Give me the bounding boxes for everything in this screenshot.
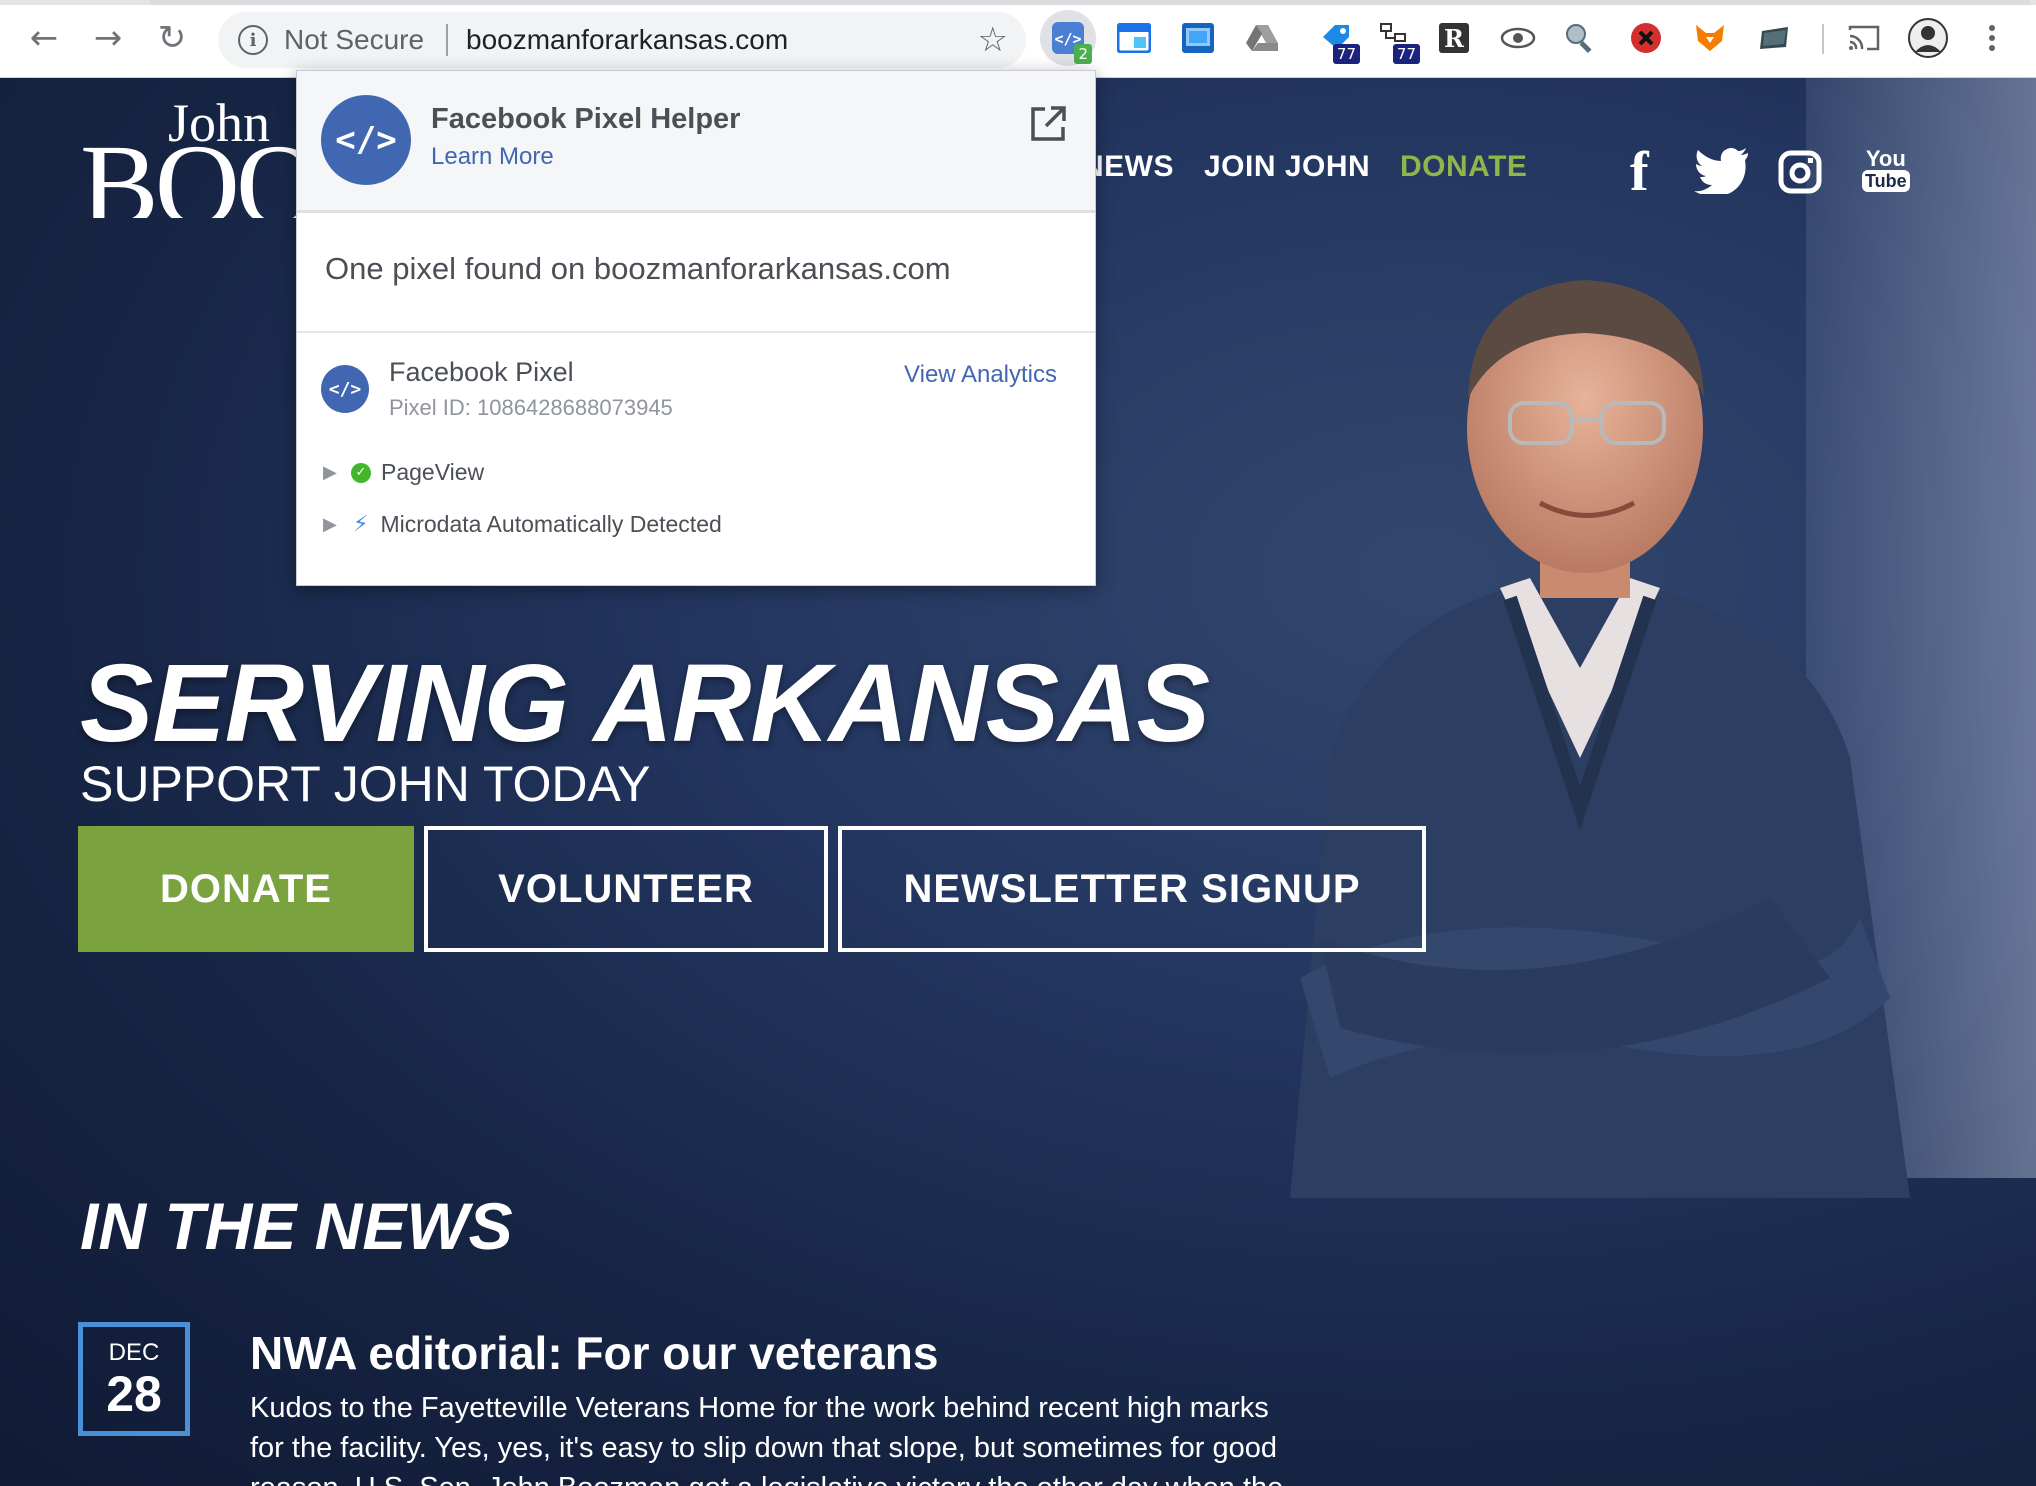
- reload-icon[interactable]: ↻: [152, 18, 192, 58]
- event-label: Microdata Automatically Detected: [380, 511, 722, 537]
- logo-last-name: BOO: [80, 120, 320, 218]
- expand-triangle-icon[interactable]: ▶: [323, 462, 345, 483]
- svg-text:R: R: [1444, 24, 1465, 53]
- tree-icon[interactable]: 77: [1376, 18, 1420, 64]
- folder-icon[interactable]: [1754, 18, 1794, 58]
- expand-triangle-icon[interactable]: ▶: [323, 514, 345, 535]
- open-external-icon[interactable]: [1029, 105, 1067, 143]
- tag-badge: 77: [1332, 44, 1360, 64]
- instagram-icon[interactable]: [1778, 150, 1822, 199]
- address-bar[interactable]: i Not Secure boozmanforarkansas.com ☆: [218, 12, 1026, 68]
- site-logo[interactable]: John BOO: [80, 88, 320, 218]
- learn-more-link[interactable]: Learn More: [431, 143, 554, 171]
- toolbar-divider: [1822, 24, 1824, 54]
- event-row-microdata[interactable]: ▶ ⚡ Microdata Automatically Detected: [323, 511, 722, 538]
- article-month: DEC: [108, 1339, 160, 1366]
- candidate-photo: [1290, 280, 1910, 1198]
- hero-donate-button[interactable]: DONATE: [78, 826, 414, 952]
- volunteer-button[interactable]: VOLUNTEER: [424, 826, 828, 952]
- youtube-text-top: You: [1865, 146, 1906, 171]
- facebook-pixel-icon: </>: [321, 365, 369, 413]
- lightning-bolt-icon: ⚡: [353, 512, 369, 537]
- twitter-icon[interactable]: [1694, 147, 1750, 199]
- youtube-text-bottom: Tube: [1862, 170, 1910, 192]
- newsletter-signup-button[interactable]: NEWSLETTER SIGNUP: [838, 826, 1426, 952]
- fox-icon[interactable]: [1690, 18, 1730, 58]
- screenshot-icon[interactable]: [1178, 18, 1218, 58]
- pixel-id: Pixel ID: 1086428688073945: [389, 395, 673, 420]
- forward-icon[interactable]: →: [88, 18, 128, 58]
- hero-headline: SERVING ARKANSAS: [80, 642, 1210, 765]
- pixel-helper-icon[interactable]: </> 2: [1048, 18, 1092, 64]
- popup-divider: [297, 331, 1095, 333]
- tab-strip: [0, 0, 2036, 5]
- back-icon[interactable]: ←: [24, 18, 64, 58]
- pixel-found-message: One pixel found on boozmanforarkansas.co…: [325, 251, 951, 286]
- event-label: PageView: [381, 459, 485, 485]
- block-icon[interactable]: [1626, 18, 1666, 58]
- eye-icon[interactable]: [1498, 18, 1538, 58]
- site-info-icon[interactable]: i: [238, 25, 268, 55]
- security-label[interactable]: Not Secure: [284, 24, 424, 56]
- youtube-icon[interactable]: You Tube: [1862, 148, 1910, 192]
- pixel-helper-popup: </> Facebook Pixel Helper Learn More One…: [296, 70, 1096, 586]
- view-analytics-link[interactable]: View Analytics: [904, 361, 1057, 389]
- news-section-title: IN THE NEWS: [80, 1189, 513, 1263]
- article-day: 28: [106, 1366, 162, 1422]
- window-icon[interactable]: [1114, 18, 1154, 58]
- event-row-pageview[interactable]: ▶ ✓ PageView: [323, 459, 484, 486]
- hero-subhead: SUPPORT JOHN TODAY: [80, 756, 651, 812]
- bookmark-star-icon[interactable]: ☆: [978, 20, 1008, 60]
- pixel-helper-logo-icon: </>: [321, 95, 411, 185]
- article-date: DEC 28: [78, 1322, 190, 1436]
- drive-icon[interactable]: [1242, 18, 1282, 58]
- cast-icon[interactable]: [1844, 18, 1884, 58]
- nav-join-john[interactable]: JOIN JOHN: [1204, 150, 1370, 184]
- omnibox-divider: [446, 24, 448, 56]
- popup-header: </> Facebook Pixel Helper Learn More: [297, 71, 1095, 213]
- tree-badge: 77: [1392, 44, 1420, 64]
- chrome-menu-icon[interactable]: [1972, 18, 2012, 58]
- facebook-icon[interactable]: f: [1630, 140, 1649, 204]
- readability-icon[interactable]: R: [1434, 18, 1474, 58]
- pixel-name: Facebook Pixel: [389, 357, 574, 387]
- popup-title: Facebook Pixel Helper: [431, 103, 741, 135]
- article-title-link[interactable]: NWA editorial: For our veterans: [250, 1326, 938, 1380]
- tag-icon[interactable]: 77: [1316, 18, 1360, 64]
- url-text[interactable]: boozmanforarkansas.com: [466, 24, 788, 56]
- browser-toolbar: ← → ↻ i Not Secure boozmanforarkansas.co…: [0, 0, 2036, 78]
- pixel-count-badge: 2: [1074, 44, 1092, 64]
- profile-avatar-icon[interactable]: [1908, 18, 1948, 58]
- article-excerpt: Kudos to the Fayetteville Veterans Home …: [250, 1392, 1283, 1486]
- success-check-icon: ✓: [351, 462, 371, 483]
- nav-donate[interactable]: DONATE: [1400, 150, 1527, 184]
- inspect-icon[interactable]: [1560, 18, 1600, 58]
